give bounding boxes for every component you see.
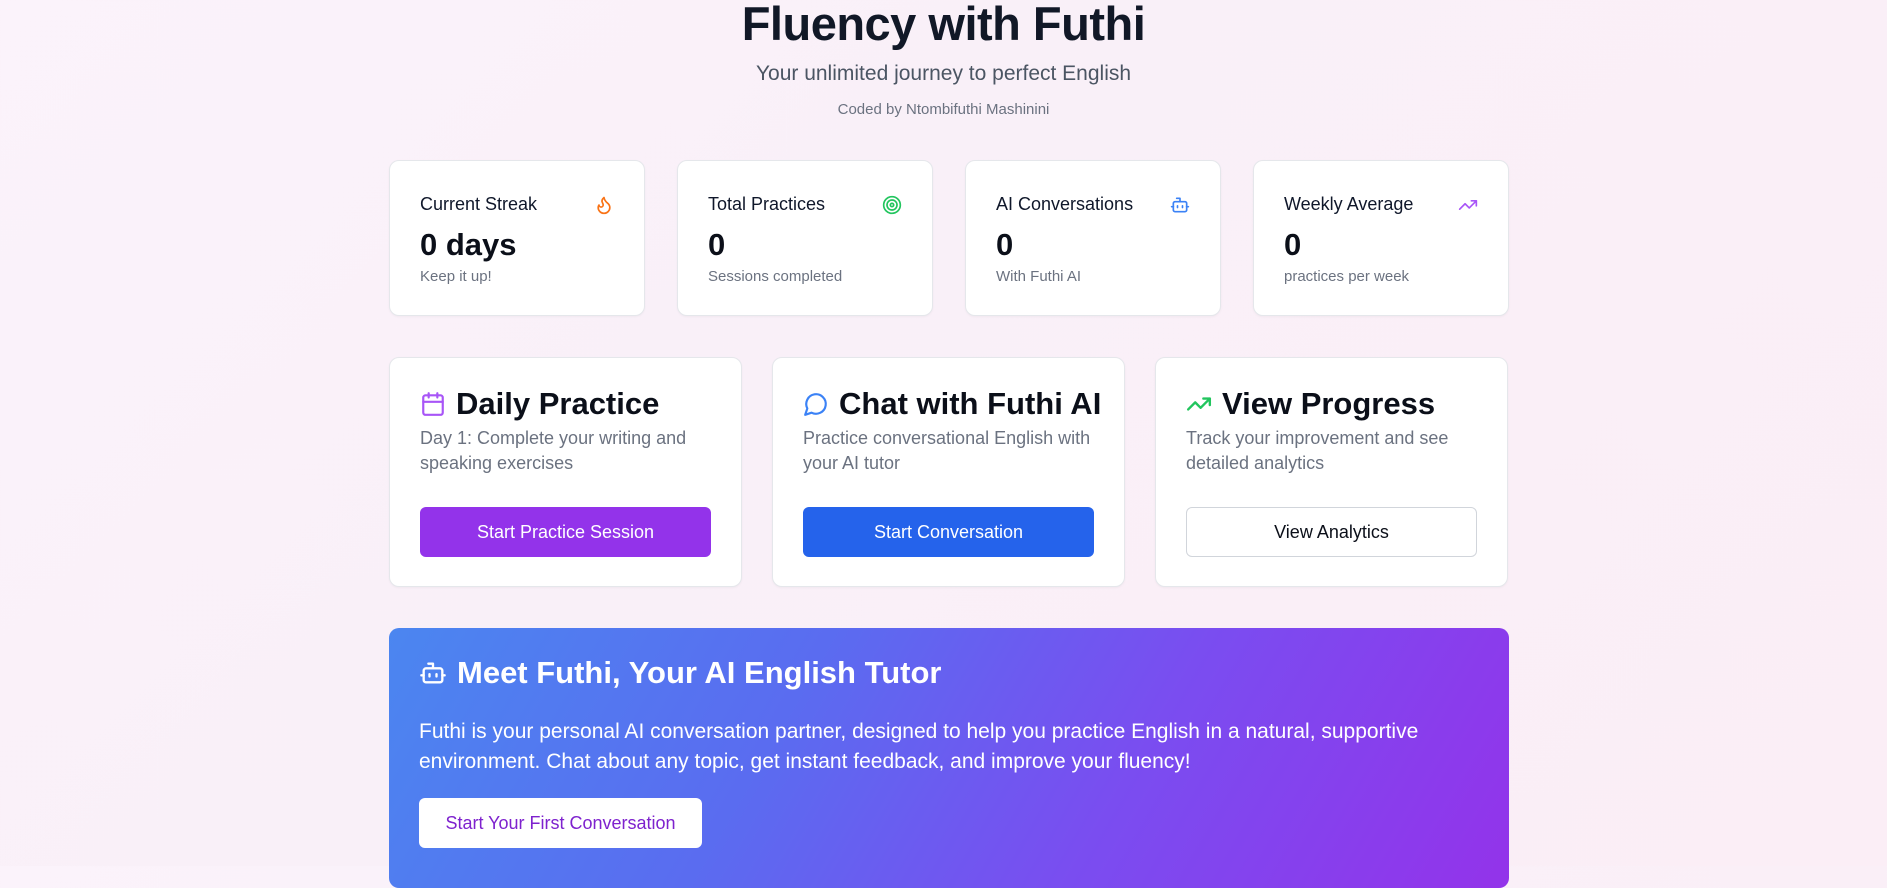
stat-caption: Sessions completed (708, 268, 843, 285)
stat-label: Total Practices (708, 194, 826, 214)
page-subtitle: Your unlimited journey to perfect Englis… (755, 62, 1132, 85)
start-practice-session-button[interactable]: Start Practice Session (420, 507, 711, 557)
stat-label: Current Streak (420, 194, 538, 214)
action-card-chat-with-futhi: Chat with Futhi AI Practice conversation… (772, 357, 1125, 587)
stat-card-current-streak: Current Streak 0 days Keep it up! (389, 160, 645, 316)
page-title: Fluency with Futhi (741, 0, 1146, 50)
stat-label: Weekly Average (1284, 194, 1414, 214)
author-credit: Coded by Ntombifuthi Mashinini (837, 101, 1050, 118)
flame-icon (594, 195, 614, 215)
banner-description: Futhi is your personal AI conversation p… (419, 720, 1419, 773)
stat-card-ai-conversations: AI Conversations 0 With Futhi AI (965, 160, 1221, 316)
action-card-view-progress: View Progress Track your improvement and… (1155, 357, 1508, 587)
stat-value: 0 (1284, 227, 1302, 262)
calendar-icon (420, 391, 446, 417)
action-card-description: Day 1: Complete your writing and speakin… (420, 428, 687, 473)
action-card-daily-practice: Daily Practice Day 1: Complete your writ… (389, 357, 742, 587)
action-card-title: View Progress (1222, 386, 1436, 421)
stat-caption: Keep it up! (420, 268, 492, 285)
action-card-description: Track your improvement and see detailed … (1186, 428, 1449, 473)
action-card-description: Practice conversational English with you… (803, 428, 1091, 473)
stat-value: 0 (996, 227, 1014, 262)
bot-icon (1170, 195, 1190, 215)
banner-header: Meet Futhi, Your AI English Tutor (419, 655, 942, 691)
start-conversation-button[interactable]: Start Conversation (803, 507, 1094, 557)
chat-bubble-icon (803, 391, 829, 417)
action-card-header: Daily Practice (420, 386, 659, 422)
start-first-conversation-button[interactable]: Start Your First Conversation (419, 798, 702, 848)
view-analytics-button[interactable]: View Analytics (1186, 507, 1477, 557)
action-card-header: View Progress (1186, 386, 1435, 422)
stat-value: 0 (708, 227, 726, 262)
stat-label: AI Conversations (996, 194, 1134, 214)
ai-tutor-banner: Meet Futhi, Your AI English Tutor Futhi … (389, 628, 1509, 888)
banner-title: Meet Futhi, Your AI English Tutor (457, 655, 942, 690)
stat-caption: practices per week (1284, 268, 1410, 285)
bot-icon (419, 659, 447, 687)
stat-value: 0 days (420, 227, 517, 262)
stat-card-total-practices: Total Practices 0 Sessions completed (677, 160, 933, 316)
target-icon (882, 195, 902, 215)
action-card-header: Chat with Futhi AI (803, 386, 1101, 422)
action-card-title: Daily Practice (456, 386, 660, 421)
action-card-title: Chat with Futhi AI (839, 386, 1102, 421)
stat-caption: With Futhi AI (996, 268, 1082, 285)
stat-card-weekly-average: Weekly Average 0 practices per week (1253, 160, 1509, 316)
trending-up-icon (1186, 391, 1212, 417)
trending-up-icon (1458, 195, 1478, 215)
